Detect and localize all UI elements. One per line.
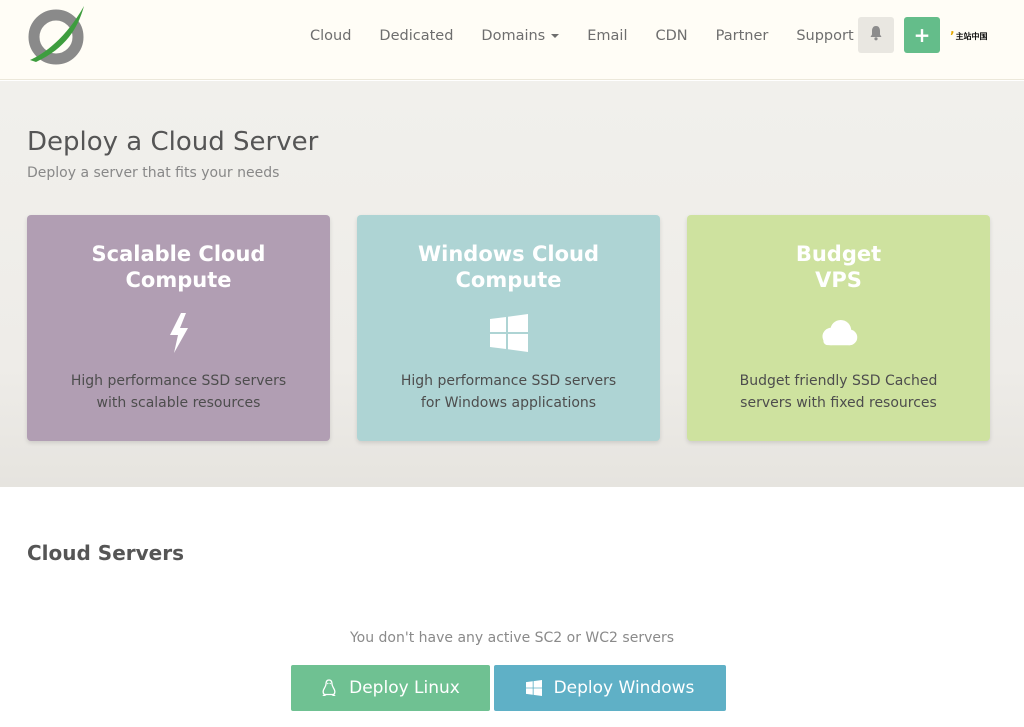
nav-domains-dropdown[interactable]: Domains <box>481 28 560 44</box>
card-scalable-cloud-compute[interactable]: Scalable Cloud Compute High performance … <box>27 215 330 441</box>
add-new-button[interactable]: + <box>904 17 940 53</box>
card-title: Windows Cloud Compute <box>417 242 599 292</box>
brand-logo[interactable] <box>26 4 88 66</box>
deploy-linux-button[interactable]: Deploy Linux <box>291 665 490 711</box>
lightning-icon <box>159 313 199 353</box>
nav-support[interactable]: Support <box>796 28 853 44</box>
chevron-down-icon <box>551 34 560 38</box>
deploy-windows-button[interactable]: Deploy Windows <box>494 665 726 711</box>
card-title: Scalable Cloud Compute <box>91 242 266 292</box>
windows-icon <box>489 313 529 353</box>
card-windows-cloud-compute[interactable]: Windows Cloud Compute High performance S… <box>357 215 660 441</box>
top-navbar: Cloud Dedicated Domains Email CDN Partne… <box>0 0 1024 80</box>
deploy-hero: Deploy a Cloud Server Deploy a server th… <box>0 81 1024 487</box>
card-description: High performance SSD servers for Windows… <box>400 373 617 411</box>
plus-icon: + <box>913 23 931 47</box>
card-title: Budget VPS <box>795 242 882 292</box>
brand-mark-icon: ʼ <box>950 29 955 43</box>
page-title: Deploy a Cloud Server <box>27 127 319 157</box>
cloud-icon <box>819 313 859 353</box>
nav-domains-label: Domains <box>481 28 546 44</box>
deploy-windows-label: Deploy Windows <box>553 678 695 698</box>
card-description: High performance SSD servers with scalab… <box>70 373 287 411</box>
section-title-cloud-servers: Cloud Servers <box>27 541 184 565</box>
deploy-linux-label: Deploy Linux <box>349 678 460 698</box>
main-nav: Cloud Dedicated Domains Email CDN Partne… <box>296 0 868 72</box>
nav-cloud[interactable]: Cloud <box>310 28 351 44</box>
nav-partner[interactable]: Partner <box>716 28 769 44</box>
windows-icon <box>525 680 542 696</box>
empty-state-text: You don't have any active SC2 or WC2 ser… <box>349 630 675 646</box>
page-subtitle: Deploy a server that fits your needs <box>27 165 280 181</box>
nav-cdn[interactable]: CDN <box>655 28 687 44</box>
card-description: Budget friendly SSD Cached servers with … <box>739 373 938 411</box>
linux-penguin-icon <box>321 679 337 697</box>
nav-email[interactable]: Email <box>587 28 627 44</box>
account-logo[interactable]: ʼ 主站中国 <box>950 24 990 48</box>
bell-icon <box>869 25 883 45</box>
card-budget-vps[interactable]: Budget VPS Budget friendly SSD Cached se… <box>687 215 990 441</box>
notifications-button[interactable] <box>858 17 894 53</box>
account-logo-text: 主站中国 <box>955 31 988 41</box>
nav-dedicated[interactable]: Dedicated <box>379 28 453 44</box>
